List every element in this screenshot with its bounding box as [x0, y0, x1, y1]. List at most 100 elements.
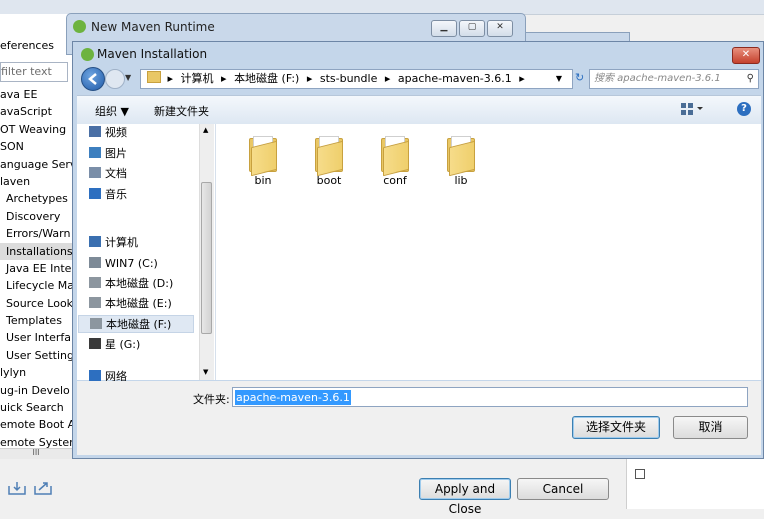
close-icon[interactable]: ✕ — [732, 47, 760, 64]
nav-item[interactable]: WIN7 (C:) — [89, 255, 158, 273]
address-bar[interactable]: ▸ 计算机 ▸ 本地磁盘 (F:) ▸ sts-bundle ▸ apache-… — [140, 69, 573, 89]
file-browser: 视频图片文档音乐计算机 WIN7 (C:) 本地磁盘 (D:) 本地磁盘 (E:) 本地… — [77, 124, 761, 383]
tree-item[interactable]: Source Look — [0, 295, 72, 312]
scroll-down-icon[interactable]: ▼ — [203, 368, 208, 376]
spring-icon — [81, 48, 94, 61]
nav-item[interactable]: 本地磁盘 (E:) — [89, 295, 172, 313]
tree-item[interactable]: SON — [0, 138, 72, 155]
tree-item[interactable]: User Interfa — [0, 329, 72, 346]
nav-item[interactable]: 图片 — [89, 145, 127, 163]
tree-item[interactable]: Lifecycle Ma — [0, 277, 72, 294]
nav-item[interactable]: 计算机 — [89, 234, 138, 252]
nav-item[interactable]: 视频 — [89, 124, 127, 142]
tree-item[interactable]: uick Search — [0, 399, 72, 416]
preferences-footer: Apply and Close Cancel — [0, 459, 626, 516]
tree-item[interactable]: anguage Serv — [0, 156, 72, 173]
restore-icon[interactable]: ▢ — [459, 20, 485, 37]
folder-label: conf — [383, 174, 407, 187]
document-icon — [89, 167, 101, 178]
tree-item[interactable]: Discovery — [0, 208, 72, 225]
folder-item[interactable]: boot — [302, 134, 356, 187]
tree-item[interactable]: avaScript — [0, 103, 72, 120]
preferences-header: eferences — [0, 39, 54, 52]
maximize-icon[interactable] — [635, 469, 645, 479]
folder-icon — [247, 134, 279, 177]
new-folder-button[interactable]: 新建文件夹 — [154, 103, 209, 119]
nav-item[interactable]: 本地磁盘 (F:) — [78, 315, 194, 333]
nav-item[interactable]: 音乐 — [89, 186, 127, 204]
nav-item-label: 星 (G:) — [105, 338, 141, 351]
breadcrumb-separator-icon: ▸ — [519, 72, 525, 85]
window-title: New Maven Runtime — [91, 20, 215, 34]
nav-item-label: 本地磁盘 (D:) — [105, 277, 174, 290]
apply-and-close-button[interactable]: Apply and Close — [419, 478, 511, 516]
select-folder-button[interactable]: 选择文件夹 — [572, 416, 660, 439]
tree-item[interactable]: ava EE — [0, 86, 72, 103]
scrollbar-thumb[interactable] — [201, 182, 212, 334]
tree-item[interactable]: Templates — [0, 312, 72, 329]
folder-name-input[interactable]: apache-maven-3.6.1 — [232, 387, 748, 407]
folder-icon — [313, 134, 345, 177]
breadcrumb-computer[interactable]: 计算机 — [181, 72, 214, 85]
nav-item-label: 图片 — [105, 147, 127, 160]
tree-item[interactable]: Errors/Warn — [0, 225, 72, 242]
search-placeholder: 搜索 apache-maven-3.6.1 — [594, 73, 721, 84]
tree-item[interactable]: emote Boot Ap — [0, 416, 72, 433]
folder-item[interactable]: lib — [434, 134, 488, 187]
search-input[interactable]: 搜索 apache-maven-3.6.1 ⚲ — [589, 69, 759, 89]
forward-icon[interactable] — [105, 69, 125, 89]
breadcrumb-drive[interactable]: 本地磁盘 (F:) — [234, 72, 299, 85]
music-icon — [89, 188, 101, 199]
nav-item-label: 音乐 — [105, 188, 127, 201]
drive-icon — [89, 297, 101, 308]
computer-icon — [89, 236, 101, 247]
history-dropdown-icon[interactable]: ▼ — [125, 73, 131, 82]
filter-input[interactable]: filter text — [0, 62, 68, 82]
folder-label: lib — [454, 174, 468, 187]
refresh-icon[interactable]: ↻ — [575, 70, 587, 86]
tree-item[interactable]: Archetypes — [0, 190, 72, 207]
chevron-down-icon[interactable]: ▼ — [556, 70, 562, 88]
nav-item-label: 本地磁盘 (F:) — [106, 318, 172, 331]
dialog-toolbar: 组织 ▼ 新建文件夹 ? — [77, 95, 761, 125]
network-icon — [89, 370, 101, 381]
folder-label: 文件夹: — [193, 393, 230, 406]
tree-item[interactable]: laven — [0, 173, 72, 190]
preferences-tree-panel: eferences filter text ava EE avaScript OT … — [0, 14, 73, 459]
view-options-icon[interactable] — [681, 103, 703, 115]
tree-item[interactable]: User Setting — [0, 347, 72, 364]
tree-item[interactable]: OT Weaving — [0, 121, 72, 138]
horizontal-scrollbar[interactable]: III — [0, 448, 72, 459]
folder-item[interactable]: conf — [368, 134, 422, 187]
nav-item[interactable]: 星 (G:) — [89, 336, 140, 354]
help-icon[interactable]: ? — [737, 102, 751, 116]
nav-item-label: 视频 — [105, 126, 127, 139]
tree-item[interactable]: Installations — [0, 242, 72, 260]
nav-item[interactable]: 文档 — [89, 165, 127, 183]
search-icon[interactable]: ⚲ — [747, 70, 754, 88]
navigation-bar: ▼ ▸ 计算机 ▸ 本地磁盘 (F:) ▸ sts-bundle ▸ apach… — [77, 67, 761, 91]
import-icon[interactable] — [8, 481, 26, 495]
organize-button[interactable]: 组织 ▼ — [95, 103, 129, 119]
nav-item-label: 计算机 — [105, 236, 138, 249]
minimize-icon[interactable]: ▁ — [431, 20, 457, 37]
breadcrumb-maven[interactable]: apache-maven-3.6.1 — [398, 72, 512, 85]
tree-item[interactable]: ug-in Develo — [0, 382, 72, 399]
nav-item-label: WIN7 (C:) — [105, 257, 158, 270]
breadcrumb-sts-bundle[interactable]: sts-bundle — [320, 72, 377, 85]
cancel-button[interactable]: Cancel — [517, 478, 609, 500]
dialog-title: Maven Installation — [97, 47, 208, 61]
tree-item[interactable]: lylyn — [0, 364, 72, 381]
nav-item-label: 文档 — [105, 167, 127, 180]
nav-item-label: 本地磁盘 (E:) — [105, 297, 172, 310]
scroll-up-icon[interactable]: ▲ — [203, 126, 208, 134]
export-icon[interactable] — [34, 481, 52, 495]
back-icon[interactable] — [81, 67, 105, 91]
folder-item[interactable]: bin — [236, 134, 290, 187]
nav-item[interactable]: 本地磁盘 (D:) — [89, 275, 173, 293]
folder-icon — [379, 134, 411, 177]
close-icon[interactable]: ✕ — [487, 20, 513, 37]
dialog-cancel-button[interactable]: 取消 — [673, 416, 748, 439]
vertical-scrollbar[interactable]: ▲ ▼ — [199, 124, 214, 380]
tree-item[interactable]: Java EE Inte — [0, 260, 72, 277]
